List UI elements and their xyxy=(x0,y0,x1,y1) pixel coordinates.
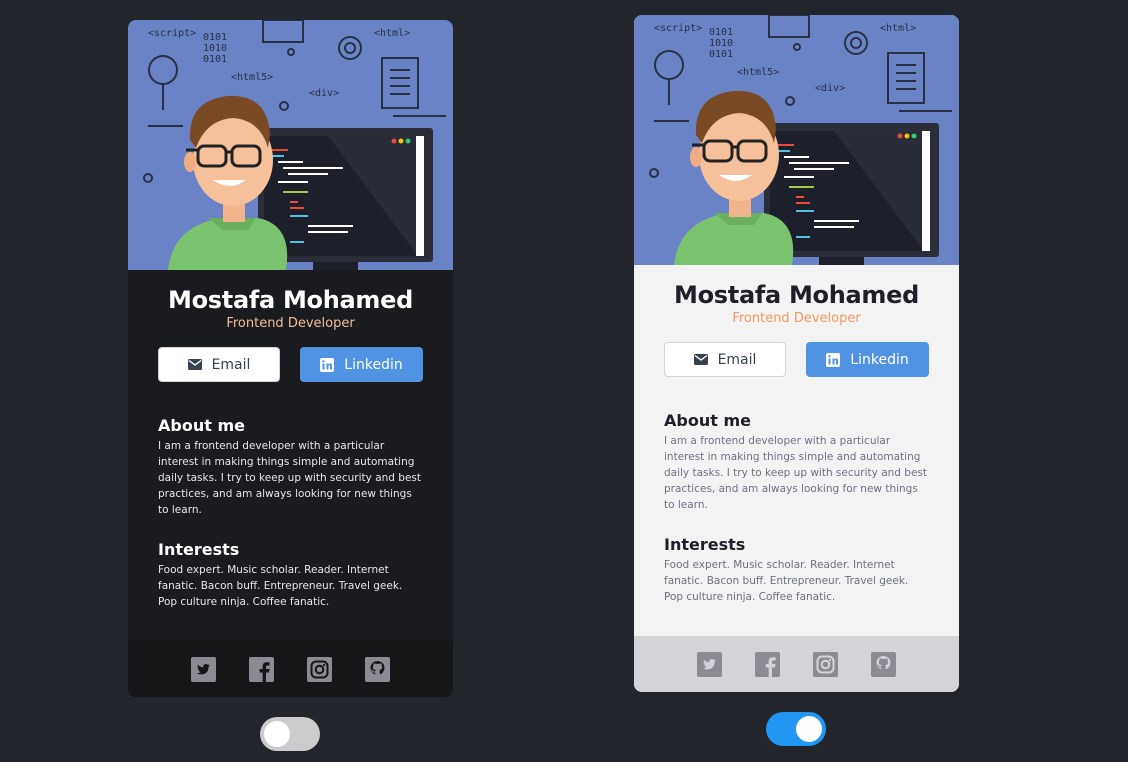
interests-text: Food expert. Music scholar. Reader. Inte… xyxy=(664,559,909,603)
svg-text:0101: 0101 xyxy=(709,27,733,38)
profile-card-light: <script> <html> <html5> <div> 0101 1010 … xyxy=(634,15,959,692)
svg-text:1010: 1010 xyxy=(709,38,733,49)
linkedin-icon xyxy=(826,352,841,367)
linkedin-icon xyxy=(320,357,335,372)
twitter-link[interactable] xyxy=(191,656,216,682)
mail-icon xyxy=(693,354,708,365)
toggle-knob xyxy=(264,721,290,747)
email-button[interactable]: Email xyxy=(664,342,786,377)
linkedin-button[interactable]: Linkedin xyxy=(300,347,423,382)
twitter-icon xyxy=(697,651,722,677)
about-text: I am a frontend developer with a particu… xyxy=(158,440,421,516)
instagram-icon xyxy=(307,656,332,682)
hero-tag-script: <script> xyxy=(148,28,196,39)
theme-toggle-dark[interactable] xyxy=(260,717,320,751)
hero-tag-html5: <html5> xyxy=(737,67,779,78)
profile-name: Mostafa Mohamed xyxy=(168,286,413,314)
hero-tag-div: <div> xyxy=(815,83,845,94)
hero-tag-html5: <html5> xyxy=(231,72,273,83)
hero-illustration: <script> <html> <html5> <div> 0101 1010 … xyxy=(128,20,453,270)
facebook-link[interactable] xyxy=(249,656,274,682)
email-button-label: Email xyxy=(717,351,757,368)
svg-text:0101: 0101 xyxy=(203,54,227,65)
about-title: About me xyxy=(664,411,751,430)
interests-text: Food expert. Music scholar. Reader. Inte… xyxy=(158,564,403,608)
profile-card-dark: <script> <html> <html5> <div> 0101 1010 … xyxy=(128,20,453,697)
instagram-icon xyxy=(813,651,838,677)
svg-text:0101: 0101 xyxy=(203,32,227,43)
github-link[interactable] xyxy=(365,656,390,682)
interests-title: Interests xyxy=(158,540,240,559)
svg-text:1010: 1010 xyxy=(203,43,227,54)
email-button-label: Email xyxy=(211,356,251,373)
facebook-icon xyxy=(249,656,274,682)
profile-role: Frontend Developer xyxy=(226,316,355,331)
github-icon xyxy=(871,651,896,677)
interests-title: Interests xyxy=(664,535,746,554)
linkedin-button[interactable]: Linkedin xyxy=(806,342,929,377)
github-icon xyxy=(365,656,390,682)
mail-icon xyxy=(187,359,202,370)
theme-toggle-light[interactable] xyxy=(766,712,826,746)
social-footer xyxy=(128,641,453,697)
facebook-link[interactable] xyxy=(755,651,780,677)
developer-illustration: <script> <html> <html5> <div> 0101 1010 … xyxy=(649,15,952,265)
twitter-icon xyxy=(191,656,216,682)
facebook-icon xyxy=(755,651,780,677)
linkedin-button-label: Linkedin xyxy=(850,351,909,368)
twitter-link[interactable] xyxy=(697,651,722,677)
linkedin-button-label: Linkedin xyxy=(344,356,403,373)
about-text: I am a frontend developer with a particu… xyxy=(664,435,927,511)
hero-tag-html: <html> xyxy=(880,23,916,34)
toggle-knob xyxy=(796,716,822,742)
social-footer xyxy=(634,636,959,692)
about-title: About me xyxy=(158,416,245,435)
email-button[interactable]: Email xyxy=(158,347,280,382)
hero-tag-html: <html> xyxy=(374,28,410,39)
instagram-link[interactable] xyxy=(307,656,332,682)
svg-text:0101: 0101 xyxy=(709,49,733,60)
profile-role: Frontend Developer xyxy=(732,311,861,326)
developer-illustration: <script> <html> <html5> <div> 0101 1010 … xyxy=(143,20,446,270)
instagram-link[interactable] xyxy=(813,651,838,677)
github-link[interactable] xyxy=(871,651,896,677)
profile-name: Mostafa Mohamed xyxy=(674,281,919,309)
hero-tag-script: <script> xyxy=(654,23,702,34)
hero-illustration: <script> <html> <html5> <div> 0101 1010 … xyxy=(634,15,959,265)
hero-tag-div: <div> xyxy=(309,88,339,99)
